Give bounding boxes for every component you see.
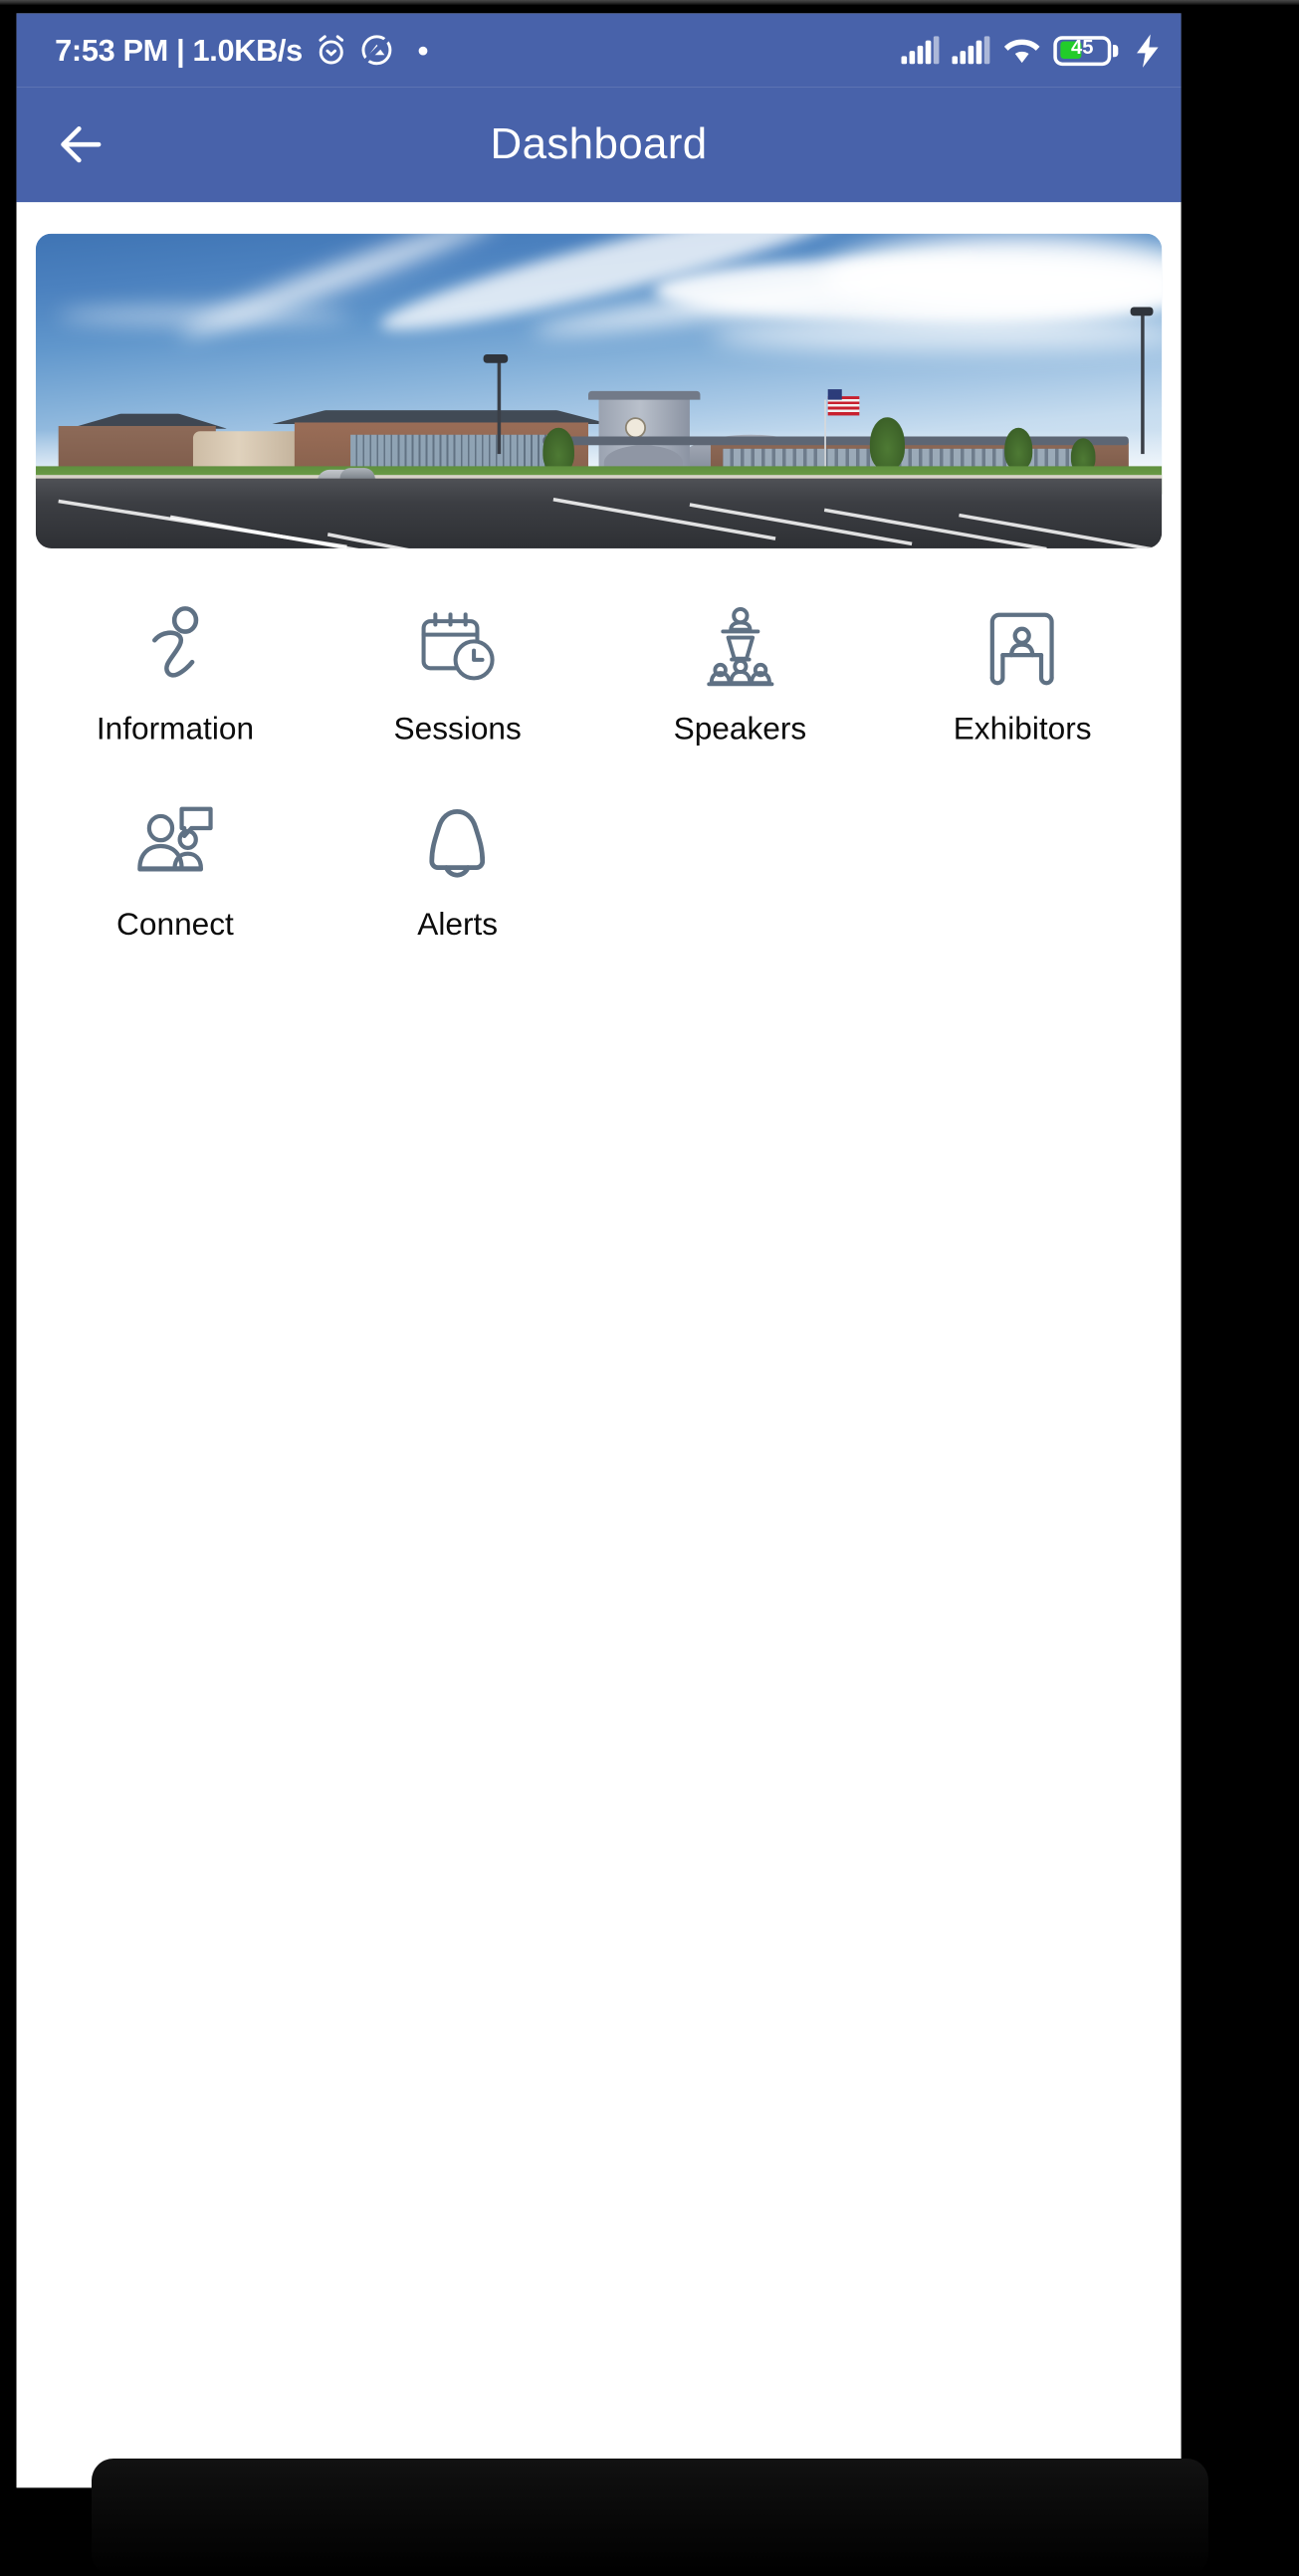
tile-label: Speakers	[673, 711, 807, 747]
people-chat-icon	[133, 800, 217, 888]
do-not-disturb-icon	[360, 35, 391, 66]
status-bar-right: 45	[901, 33, 1160, 67]
tile-information[interactable]: Information	[34, 573, 317, 769]
tile-speakers[interactable]: Speakers	[599, 573, 882, 769]
info-italic-icon	[138, 604, 212, 692]
dashboard-tile-grid: Information Sessions Speakers Exhibitors…	[17, 548, 1182, 965]
podium-audience-icon	[698, 604, 781, 692]
app-bar: Dashboard	[16, 87, 1182, 203]
bell-icon	[421, 800, 495, 888]
battery-icon: 45	[1053, 35, 1119, 66]
tile-label: Alerts	[417, 907, 499, 943]
banner-flag-union	[827, 389, 842, 401]
tile-exhibitors[interactable]: Exhibitors	[881, 573, 1164, 769]
page-title: Dashboard	[490, 118, 708, 168]
tile-label: Information	[96, 711, 255, 747]
wifi-icon	[1003, 39, 1040, 64]
tile-sessions[interactable]: Sessions	[317, 573, 599, 769]
banner-light-pole-center	[497, 359, 502, 455]
banner-parking-lot	[35, 479, 1163, 548]
charging-bolt-icon	[1137, 33, 1159, 67]
arrow-left-icon	[61, 126, 102, 163]
banner-tree	[1003, 427, 1032, 470]
calendar-clock-icon	[417, 604, 498, 692]
status-clock-and-network: 7:53 PM | 1.0KB/s	[55, 31, 303, 67]
tile-label: Exhibitors	[953, 711, 1092, 747]
tile-alerts[interactable]: Alerts	[317, 768, 599, 965]
status-bar: 7:53 PM | 1.0KB/s 45	[16, 13, 1182, 88]
tile-label: Sessions	[393, 711, 522, 747]
banner-tree	[869, 417, 905, 470]
signal-bars-sim1-icon	[901, 36, 940, 65]
exhibition-booth-icon	[983, 604, 1060, 692]
tile-connect[interactable]: Connect	[34, 768, 317, 965]
device-top-bezel	[0, 0, 1299, 5]
device-bottom-bezel	[92, 2459, 1208, 2576]
phone-screen: 7:53 PM | 1.0KB/s 45 Dashboard Informati…	[16, 13, 1182, 2488]
banner-car-cabin	[339, 467, 375, 478]
alarm-clock-icon	[318, 35, 343, 65]
banner-flag-pole	[823, 400, 827, 470]
back-button[interactable]	[41, 105, 121, 185]
banner-tower-cap	[587, 390, 701, 401]
tile-label: Connect	[116, 907, 234, 943]
phone-frame: 7:53 PM | 1.0KB/s 45 Dashboard Informati…	[0, 0, 1299, 2576]
convention-center-banner[interactable]	[35, 233, 1163, 548]
status-bar-left: 7:53 PM | 1.0KB/s	[55, 32, 901, 69]
dashboard-content: Information Sessions Speakers Exhibitors…	[16, 202, 1182, 2488]
notification-dot-icon	[417, 45, 427, 55]
banner-light-pole	[1141, 312, 1146, 455]
signal-bars-sim2-icon	[952, 36, 990, 65]
banner-light-head	[1130, 307, 1154, 316]
battery-level-text: 45	[1071, 38, 1094, 60]
banner-entry-canopy	[541, 436, 1129, 445]
banner-light-head-center	[482, 353, 508, 363]
